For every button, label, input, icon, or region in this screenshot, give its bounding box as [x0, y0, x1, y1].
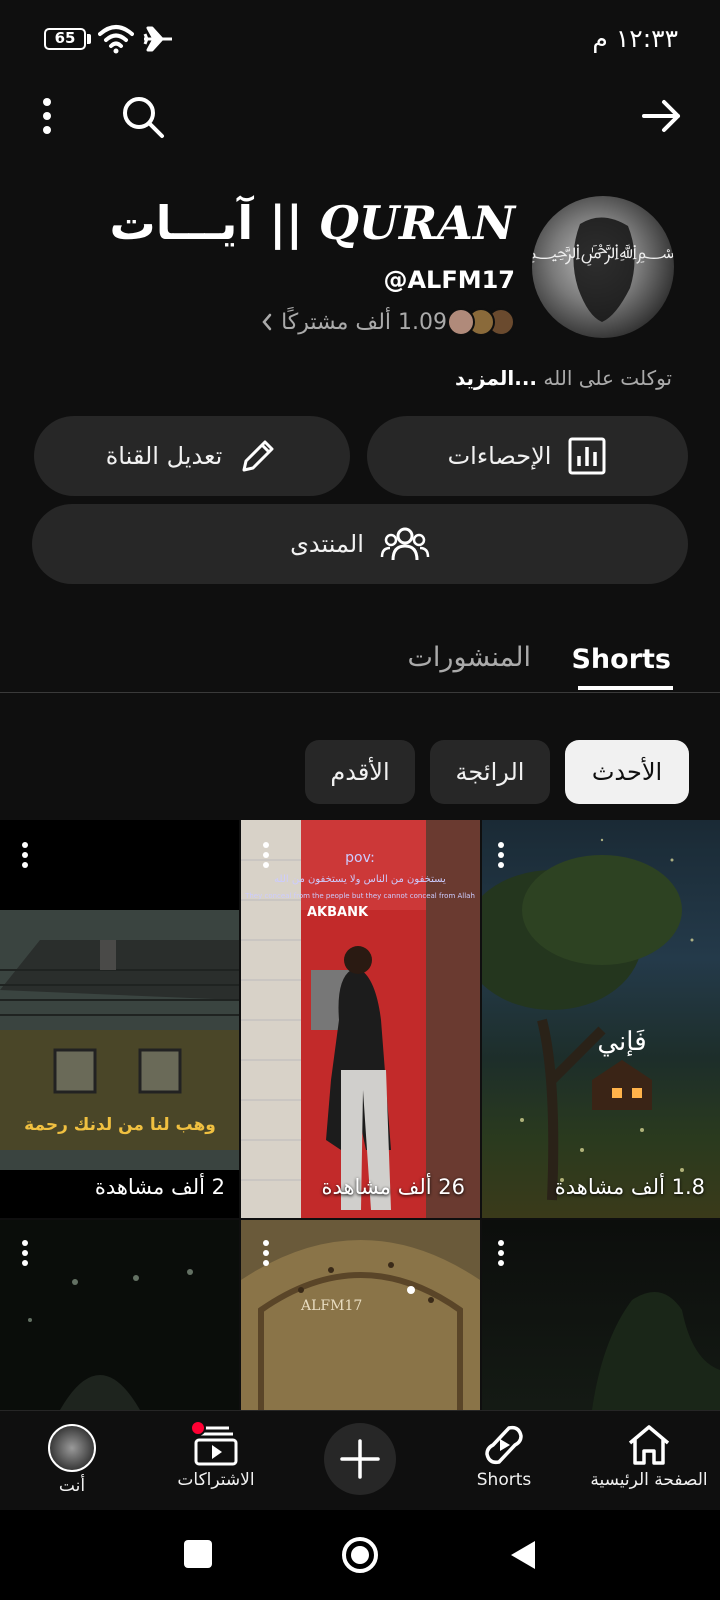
short-tile[interactable]: فَإني — [482, 820, 720, 1218]
nav-home[interactable]: الصفحة الرئيسية — [574, 1424, 720, 1490]
channel-avatar[interactable]: ﷽ — [532, 196, 674, 338]
short-more-icon[interactable] — [22, 842, 28, 868]
airplane-mode-icon — [143, 26, 172, 52]
svg-text:وهب لنا من لدنك رحمة: وهب لنا من لدنك رحمة — [24, 1115, 216, 1135]
channel-title: آيـــات || QURAN — [109, 196, 515, 250]
nav-subscriptions[interactable]: الاشتراكات — [141, 1420, 291, 1490]
short-views: 2 ألف مشاهدة — [94, 1175, 225, 1199]
short-views: 1.8 ألف مشاهدة — [554, 1175, 705, 1199]
channel-name-latin: QURAN — [318, 196, 515, 250]
svg-text:فَإني: فَإني — [597, 1027, 646, 1057]
chip-popular[interactable]: الرائجة — [430, 740, 550, 804]
chip-oldest[interactable]: الأقدم — [305, 740, 415, 804]
short-thumbnail — [592, 1292, 720, 1410]
subscriber-avatars — [447, 308, 515, 336]
short-tile[interactable]: AKBANK pov: يستخفون من الناس ولا يستخفون… — [241, 820, 480, 1218]
channel-name-arabic: آيـــات — [109, 196, 254, 250]
search-icon[interactable] — [120, 94, 166, 140]
nav-you[interactable]: أنت — [0, 1424, 147, 1496]
shorts-icon — [485, 1425, 523, 1465]
create-icon — [340, 1439, 380, 1479]
battery-level: 65 — [54, 29, 76, 47]
nav-subscriptions-label: الاشتراكات — [177, 1470, 255, 1490]
svg-text:ALFM17: ALFM17 — [300, 1298, 362, 1314]
channel-handle: @ALFM17 — [383, 266, 515, 294]
avatar — [48, 1424, 96, 1472]
channel-description[interactable]: توكلت على الله ...المزيد — [455, 366, 672, 390]
recents-button[interactable] — [184, 1540, 212, 1568]
subscriber-avatar — [447, 308, 475, 336]
nav-home-label: الصفحة الرئيسية — [590, 1470, 708, 1490]
description-text: توكلت على الله — [543, 366, 672, 390]
short-tile[interactable]: ALFM17 — [241, 1220, 480, 1410]
short-more-icon[interactable] — [22, 1240, 28, 1266]
svg-text:They conceal from the people b: They conceal from the people but they ca… — [244, 892, 475, 900]
more-options-icon[interactable] — [40, 96, 54, 136]
tab-posts[interactable]: المنشورات — [408, 642, 531, 673]
channel-name-separator: || — [269, 196, 303, 250]
short-tile[interactable] — [0, 1220, 239, 1410]
pencil-icon — [242, 440, 274, 472]
create-button[interactable] — [324, 1423, 396, 1495]
svg-text:يستخفون من الناس ولا يستخفون م: يستخفون من الناس ولا يستخفون من الله — [274, 874, 446, 885]
home-icon — [628, 1425, 670, 1465]
subscriber-count: 1.09 ألف مشتركًا — [281, 309, 447, 335]
short-thumbnail: وهب لنا من لدنك رحمة — [0, 910, 239, 1170]
status-time: ١٢:٣٣ م — [592, 24, 678, 53]
svg-text:AKBANK: AKBANK — [307, 905, 369, 920]
edit-channel-label: تعديل القناة — [105, 442, 223, 470]
short-more-icon[interactable] — [263, 842, 269, 868]
nav-shorts[interactable]: Shorts — [429, 1424, 579, 1490]
short-thumbnail — [28, 1269, 193, 1410]
wifi-icon — [98, 25, 134, 54]
short-thumbnail: ALFM17 — [241, 1240, 480, 1410]
analytics-label: الإحصاءات — [447, 442, 552, 470]
subscriber-row[interactable]: 1.09 ألف مشتركًا — [261, 304, 515, 340]
community-icon — [380, 527, 430, 561]
analytics-button[interactable]: الإحصاءات — [367, 416, 688, 496]
edit-channel-button[interactable]: تعديل القناة — [34, 416, 350, 496]
short-thumbnail: فَإني — [482, 838, 694, 1201]
nav-shorts-label: Shorts — [476, 1470, 532, 1490]
svg-text:pov:: pov: — [345, 850, 375, 866]
more-link[interactable]: ...المزيد — [455, 366, 537, 390]
chevron-left-icon — [262, 313, 272, 331]
tab-active-indicator — [578, 686, 673, 690]
short-thumbnail: AKBANK pov: يستخفون من الناس ولا يستخفون… — [241, 820, 480, 1218]
chip-latest[interactable]: الأحدث — [565, 740, 689, 804]
community-button[interactable]: المنتدى — [32, 504, 688, 584]
short-tile[interactable]: وهب لنا من لدنك رحمة — [0, 820, 239, 1218]
short-tile[interactable] — [482, 1220, 720, 1410]
tab-shorts[interactable]: Shorts — [571, 644, 671, 675]
battery-tip — [87, 34, 91, 44]
back-system-button[interactable] — [508, 1538, 538, 1572]
back-arrow-icon[interactable] — [640, 96, 684, 136]
notification-dot — [190, 1420, 206, 1436]
svg-text:﷽: ﷽ — [532, 239, 674, 266]
community-label: المنتدى — [290, 530, 364, 558]
nav-you-label: أنت — [58, 1476, 86, 1496]
home-system-button[interactable] — [341, 1536, 379, 1574]
short-more-icon[interactable] — [498, 1240, 504, 1266]
short-more-icon[interactable] — [498, 842, 504, 868]
short-views: 26 ألف مشاهدة — [321, 1175, 465, 1199]
tabs-divider — [0, 692, 720, 693]
short-more-icon[interactable] — [263, 1240, 269, 1266]
analytics-icon — [568, 437, 606, 475]
